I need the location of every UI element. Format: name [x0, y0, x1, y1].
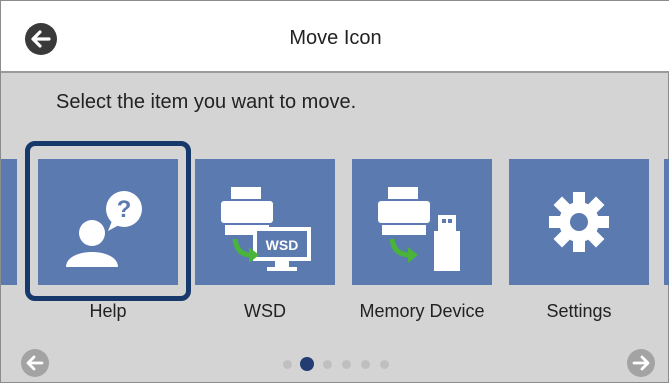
scanner-to-computer-icon: WSD [221, 187, 311, 271]
gear-icon [549, 192, 609, 252]
tile-memory-device[interactable] [352, 159, 492, 285]
page-dot [380, 360, 389, 369]
header-bar: Move Icon [1, 1, 669, 73]
scanner-to-usb-icon [378, 187, 460, 271]
page-indicator [283, 357, 403, 371]
next-page-button[interactable] [627, 349, 655, 377]
svg-text:WSD: WSD [266, 237, 299, 253]
page-dot [342, 360, 351, 369]
screen: Move Icon Select the item you want to mo… [0, 0, 669, 383]
tile-settings[interactable] [509, 159, 649, 285]
tile-label-wsd: WSD [244, 301, 286, 321]
tile-label-memory-device: Memory Device [359, 301, 485, 321]
arrow-right-icon [632, 355, 650, 371]
prev-page-button[interactable] [21, 349, 49, 377]
tile-label-settings: Settings [546, 301, 612, 321]
page-dot [283, 360, 292, 369]
page-title: Move Icon [289, 27, 382, 49]
partial-tile-right[interactable] [664, 159, 669, 285]
partial-tile-left[interactable] [1, 159, 17, 285]
selection-highlight [25, 141, 191, 301]
page-dot [323, 360, 332, 369]
page-dot-active [300, 357, 314, 371]
page-dot [361, 360, 370, 369]
arrow-left-icon [26, 355, 44, 371]
tile-wsd[interactable]: WSD [195, 159, 335, 285]
tile-label-help: Help [89, 301, 127, 321]
instruction-text: Select the item you want to move. [56, 91, 357, 113]
